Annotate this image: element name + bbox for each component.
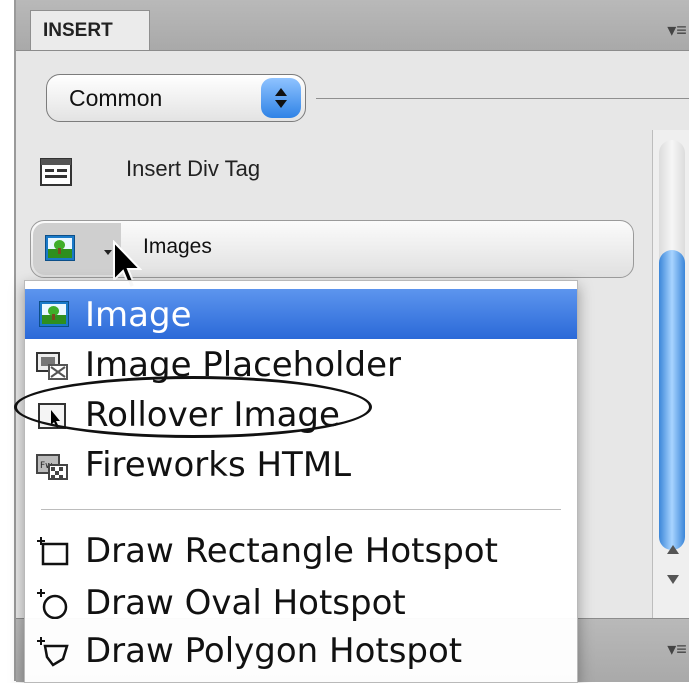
scrollbar-thumb[interactable] xyxy=(659,250,685,550)
polygon-hotspot-icon xyxy=(37,637,69,667)
select-stepper-icon xyxy=(261,78,301,118)
menu-item-draw-oval-hotspot[interactable]: Draw Oval Hotspot xyxy=(25,577,577,627)
panel-options-menu-icon[interactable]: ▾≡ xyxy=(663,10,689,50)
insert-div-tag-label[interactable]: Insert Div Tag xyxy=(126,156,260,182)
menu-item-image[interactable]: Image xyxy=(25,289,577,339)
images-button-label: Images xyxy=(143,235,212,258)
vertical-scrollbar[interactable] xyxy=(652,130,689,620)
rectangle-hotspot-icon xyxy=(37,537,69,566)
images-split-button[interactable] xyxy=(33,223,121,275)
images-dropdown-menu: Image Image Placeholder Rollover Image F… xyxy=(24,280,578,683)
category-select[interactable]: Common xyxy=(46,74,306,122)
menu-item-label: Fireworks HTML xyxy=(85,445,352,485)
panel-tab-bar: INSERT ▾≡ xyxy=(16,0,689,51)
image-placeholder-icon xyxy=(36,352,68,380)
menu-item-label: Image xyxy=(85,295,192,335)
image-icon xyxy=(45,235,75,261)
scroll-down-icon[interactable] xyxy=(667,575,679,584)
image-icon xyxy=(39,301,69,327)
separator xyxy=(316,98,689,99)
menu-item-fireworks-html[interactable]: Fw Fireworks HTML xyxy=(25,439,577,489)
tab-insert[interactable]: INSERT xyxy=(30,10,150,50)
scroll-up-icon[interactable] xyxy=(667,545,679,554)
fireworks-html-icon: Fw xyxy=(36,454,68,480)
chevron-down-icon[interactable] xyxy=(104,250,112,255)
div-tag-icon[interactable] xyxy=(40,158,72,186)
menu-item-label: Draw Rectangle Hotspot xyxy=(85,531,498,571)
highlight-ellipse-annotation xyxy=(14,376,372,438)
menu-item-draw-polygon-hotspot[interactable]: Draw Polygon Hotspot xyxy=(25,625,577,675)
oval-hotspot-icon xyxy=(37,589,68,619)
menu-item-label: Draw Oval Hotspot xyxy=(85,583,406,623)
menu-divider xyxy=(41,509,561,510)
panel-options-menu-icon[interactable]: ▾≡ xyxy=(663,629,689,669)
menu-item-label: Draw Polygon Hotspot xyxy=(85,631,463,671)
menu-item-draw-rectangle-hotspot[interactable]: Draw Rectangle Hotspot xyxy=(25,525,577,575)
category-select-value: Common xyxy=(69,85,163,111)
